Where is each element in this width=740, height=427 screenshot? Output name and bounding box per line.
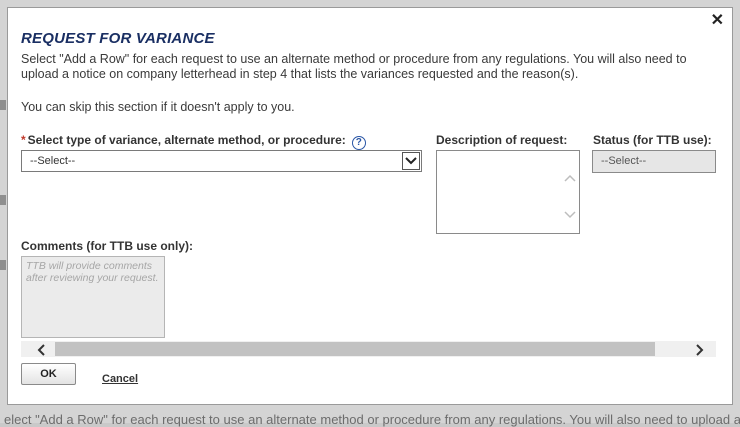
dialog-intro-text: Select "Add a Row" for each request to u… — [21, 52, 687, 81]
status-label: Status (for TTB use): — [593, 133, 712, 147]
scroll-up-icon[interactable] — [564, 169, 576, 187]
scroll-right-icon[interactable] — [696, 343, 704, 361]
background-edge-mark — [0, 100, 6, 110]
background-edge-mark — [0, 260, 6, 270]
chevron-down-icon[interactable] — [402, 152, 420, 170]
variance-type-select[interactable]: --Select-- — [21, 150, 422, 172]
background-footer-text: elect "Add a Row" for each request to us… — [4, 412, 740, 427]
horizontal-scrollbar[interactable] — [21, 341, 716, 357]
scroll-down-icon[interactable] — [564, 206, 576, 224]
background-edge-mark — [0, 195, 6, 205]
dialog-title: REQUEST FOR VARIANCE — [21, 30, 215, 47]
required-marker: * — [21, 133, 26, 147]
status-select: --Select-- — [592, 150, 716, 173]
scrollbar-thumb[interactable] — [55, 342, 655, 356]
variance-type-label: * Select type of variance, alternate meth… — [21, 133, 366, 150]
cancel-link[interactable]: Cancel — [102, 373, 138, 385]
description-label: Description of request: — [436, 133, 568, 147]
scroll-left-icon[interactable] — [37, 343, 45, 361]
status-value: --Select-- — [601, 155, 647, 167]
variance-type-label-text: Select type of variance, alternate metho… — [27, 133, 346, 147]
help-icon[interactable]: ? — [351, 136, 366, 150]
comments-textarea: TTB will provide comments after reviewin… — [21, 256, 165, 338]
skip-note: You can skip this section if it doesn't … — [21, 100, 295, 114]
close-icon[interactable]: ✕ — [711, 13, 724, 29]
comments-label: Comments (for TTB use only): — [21, 239, 194, 253]
description-textarea[interactable] — [436, 150, 580, 234]
variance-dialog: ✕ REQUEST FOR VARIANCE Select "Add a Row… — [7, 7, 733, 405]
variance-type-value: --Select-- — [30, 155, 76, 167]
ok-button[interactable]: OK — [21, 363, 76, 385]
